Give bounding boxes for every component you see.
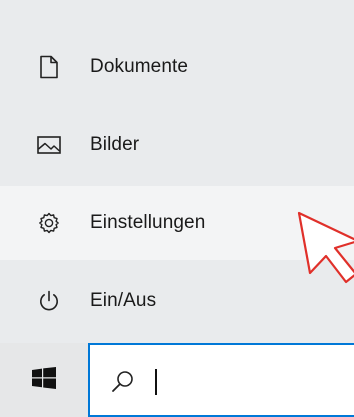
menu-item-bilder[interactable]: Bilder [0, 108, 354, 182]
menu-item-label: Einstellungen [90, 212, 206, 233]
search-input[interactable] [162, 367, 346, 399]
menu-item-label: Dokumente [90, 56, 189, 77]
taskbar [0, 343, 354, 417]
settings-gear-icon [36, 210, 62, 236]
mouse-pointer-icon [297, 211, 354, 284]
menu-item-dokumente[interactable]: Dokumente [0, 30, 354, 104]
menu-item-label: Ein/Aus [90, 290, 157, 311]
search-box[interactable] [88, 343, 354, 417]
windows-logo-icon [32, 366, 56, 394]
text-caret [155, 369, 157, 395]
start-button[interactable] [0, 343, 88, 417]
search-icon [110, 369, 136, 395]
start-menu: Dokumente Bilder Einstellungen Ein/Aus [0, 0, 354, 343]
menu-item-label: Bilder [90, 134, 140, 155]
document-icon [36, 54, 62, 80]
pictures-icon [36, 132, 62, 158]
power-icon [36, 288, 62, 314]
